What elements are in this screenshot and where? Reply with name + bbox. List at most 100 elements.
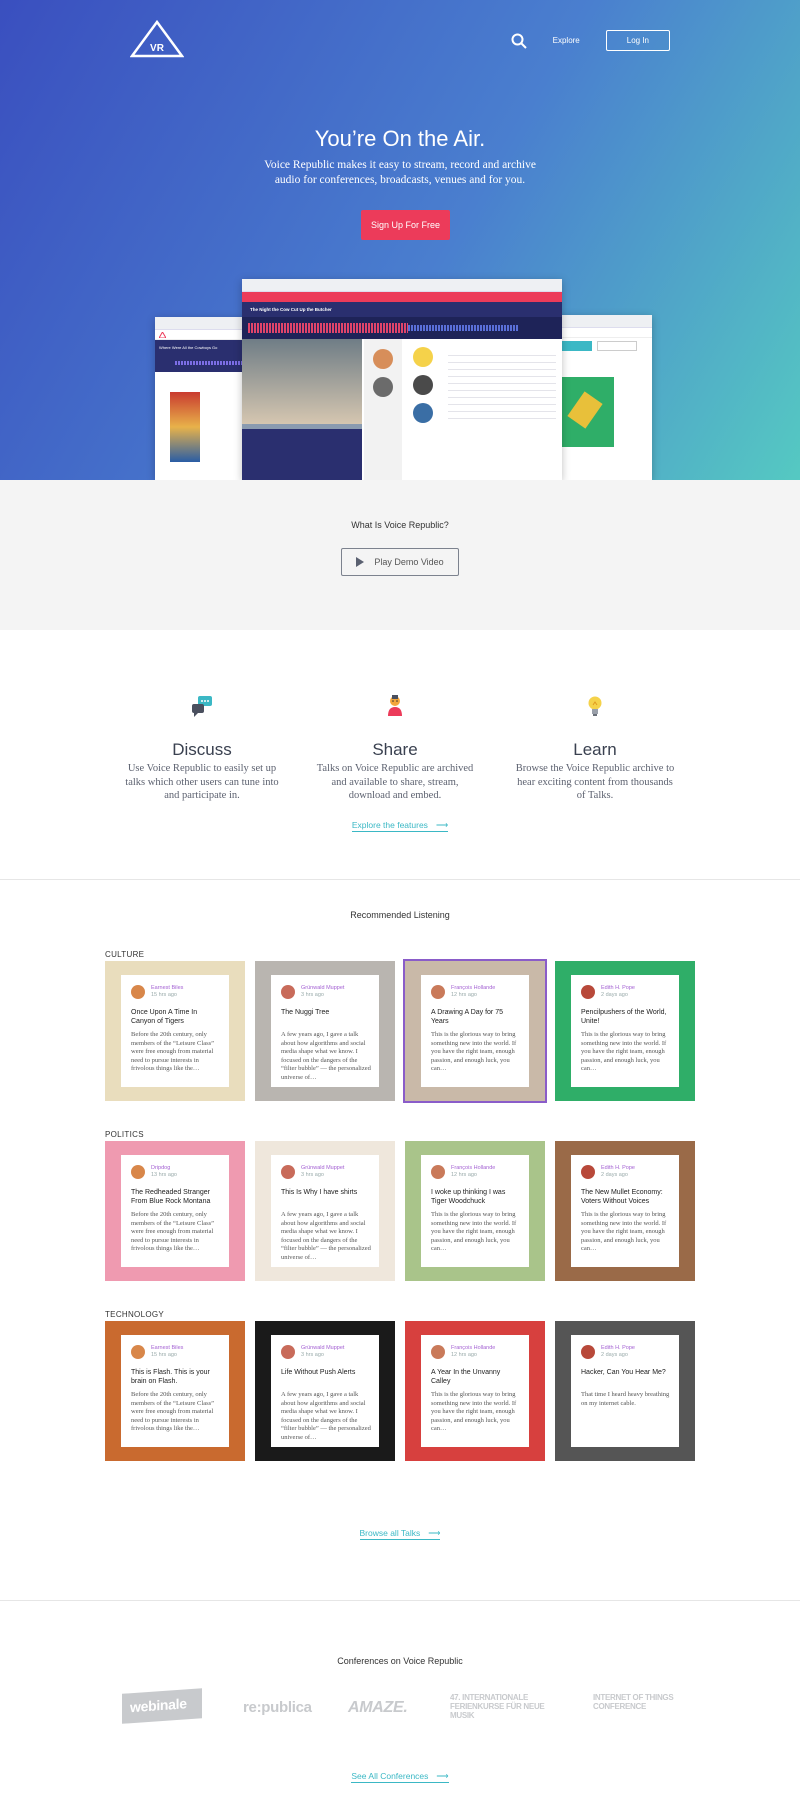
signup-button[interactable]: Sign Up For Free bbox=[361, 210, 450, 240]
talk-card[interactable]: Earnest Biles 15 hrs ago Once Upon A Time … bbox=[105, 961, 245, 1101]
talk-card[interactable]: Earnest Biles 15 hrs ago This is Flash. Th… bbox=[105, 1321, 245, 1461]
talk-author[interactable]: Edith H. Pope bbox=[601, 1165, 635, 1171]
talk-time: 2 days ago bbox=[601, 1352, 628, 1358]
talk-author[interactable]: François Hollande bbox=[451, 985, 495, 991]
talk-time: 3 hrs ago bbox=[301, 992, 324, 998]
recommended-heading: Recommended Listening bbox=[350, 910, 450, 920]
talk-author[interactable]: Grünwald Muppet bbox=[301, 1345, 344, 1351]
talk-excerpt: This is the glorious way to bring someth… bbox=[581, 1031, 667, 1072]
talk-card-panel: Earnest Biles 15 hrs ago Once Upon A Time … bbox=[121, 975, 229, 1087]
talk-title[interactable]: The Redheaded Stranger From Blue Rock Mo… bbox=[131, 1189, 221, 1206]
category-label: CULTURE bbox=[105, 950, 145, 959]
category-label: TECHNOLOGY bbox=[105, 1310, 165, 1319]
talk-card[interactable]: Grünwald Muppet 3 hrs ago This Is Why I ha… bbox=[255, 1141, 395, 1281]
browser-mockup-center: The Night the Cow Cut Up the Butcher bbox=[242, 279, 562, 480]
talk-card-panel: Earnest Biles 15 hrs ago This is Flash. Th… bbox=[121, 1335, 229, 1447]
talk-time: 2 days ago bbox=[601, 992, 628, 998]
talk-time: 12 hrs ago bbox=[451, 1352, 477, 1358]
talk-title[interactable]: Pencilpushers of the World, Unite! bbox=[581, 1009, 671, 1026]
talk-author[interactable]: Grünwald Muppet bbox=[301, 1165, 344, 1171]
search-icon[interactable] bbox=[511, 33, 527, 49]
feature-discuss: Discuss Use Voice Republic to easily set… bbox=[122, 690, 282, 803]
see-all-conferences-link[interactable]: See All Conferences ⟶ bbox=[351, 1771, 449, 1783]
play-demo-button[interactable]: Play Demo Video bbox=[341, 548, 459, 576]
talk-card[interactable]: Edith H. Pope 2 days ago Hacker, Can You H… bbox=[555, 1321, 695, 1461]
talk-title[interactable]: I woke up thinking I was Tiger Woodchuck bbox=[431, 1189, 521, 1206]
talk-title[interactable]: A Year In the Unvanny Calley bbox=[431, 1369, 521, 1386]
feature-share: Share Talks on Voice Republic are archiv… bbox=[315, 690, 475, 803]
talk-author[interactable]: Edith H. Pope bbox=[601, 1345, 635, 1351]
browse-talks-link[interactable]: Browse all Talks ⟶ bbox=[359, 1528, 441, 1540]
avatar bbox=[431, 1165, 445, 1179]
talk-card[interactable]: Edith H. Pope 2 days ago The New Mullet Ec… bbox=[555, 1141, 695, 1281]
avatar bbox=[431, 985, 445, 999]
talk-card[interactable]: Edith H. Pope 2 days ago Pencilpushers of … bbox=[555, 961, 695, 1101]
talk-excerpt: This is the glorious way to bring someth… bbox=[581, 1211, 667, 1252]
talk-time: 2 days ago bbox=[601, 1172, 628, 1178]
lightbulb-icon bbox=[515, 690, 675, 722]
feature-title: Learn bbox=[573, 740, 617, 759]
nav-explore-link[interactable]: Explore bbox=[553, 36, 580, 45]
talk-card[interactable]: François Hollande 12 hrs ago A Drawing A D… bbox=[403, 959, 547, 1103]
talk-excerpt: Before the 20th century, only members of… bbox=[131, 1391, 215, 1432]
talk-time: 12 hrs ago bbox=[451, 992, 477, 998]
login-button[interactable]: Log In bbox=[605, 30, 670, 51]
talk-card[interactable]: Dripdog 13 hrs ago The Redheaded Stranger … bbox=[105, 1141, 245, 1281]
talk-author[interactable]: Edith H. Pope bbox=[601, 985, 635, 991]
talk-excerpt: Before the 20th century, only members of… bbox=[131, 1031, 215, 1072]
conference-logo-iot[interactable]: INTERNET OF THINGS CONFERENCE bbox=[593, 1693, 683, 1711]
feature-learn: Learn Browse the Voice Republic archive … bbox=[515, 690, 675, 803]
talk-title[interactable]: The New Mullet Economy: Voters Without V… bbox=[581, 1189, 671, 1206]
conference-logo-amaze[interactable]: AMAZE. bbox=[348, 1699, 408, 1717]
talk-excerpt: This is the glorious way to bring someth… bbox=[431, 1391, 517, 1432]
features-section: Discuss Use Voice Republic to easily set… bbox=[0, 630, 800, 880]
talk-excerpt: A few years ago, I gave a talk about how… bbox=[281, 1031, 371, 1081]
feature-text: Browse the Voice Republic archive to hea… bbox=[515, 763, 675, 801]
talk-title[interactable]: Once Upon A Time In Canyon of Tigers bbox=[131, 1009, 221, 1026]
talk-card[interactable]: François Hollande 12 hrs ago I woke up thi… bbox=[405, 1141, 545, 1281]
conference-logo-republica[interactable]: re:publica bbox=[243, 1699, 312, 1716]
play-demo-label: Play Demo Video bbox=[374, 557, 444, 567]
talk-author[interactable]: Earnest Biles bbox=[151, 1345, 183, 1351]
talk-title[interactable]: This is Flash. This is your brain on Fla… bbox=[131, 1369, 221, 1386]
talk-card-panel: Edith H. Pope 2 days ago The New Mullet Ec… bbox=[571, 1155, 679, 1267]
talk-title[interactable]: A Drawing A Day for 75 Years bbox=[431, 1009, 521, 1026]
talk-author[interactable]: Dripdog bbox=[151, 1165, 170, 1171]
avatar bbox=[431, 1345, 445, 1359]
play-icon bbox=[356, 557, 365, 567]
talk-card-panel: François Hollande 12 hrs ago I woke up thi… bbox=[421, 1155, 529, 1267]
arrow-right-icon: ⟶ bbox=[428, 1528, 441, 1538]
talk-time: 3 hrs ago bbox=[301, 1172, 324, 1178]
talk-excerpt: A few years ago, I gave a talk about how… bbox=[281, 1211, 371, 1261]
talk-title[interactable]: Hacker, Can You Hear Me? bbox=[581, 1369, 671, 1378]
conference-logo-ferienkurse[interactable]: 47. INTERNATIONALE FERIENKURSE FÜR NEUE … bbox=[450, 1693, 560, 1720]
top-nav: Explore Log In bbox=[511, 30, 670, 51]
talk-title[interactable]: Life Without Push Alerts bbox=[281, 1369, 371, 1378]
talk-author[interactable]: François Hollande bbox=[451, 1165, 495, 1171]
talk-card[interactable]: Grünwald Muppet 3 hrs ago The Nuggi Tree A … bbox=[255, 961, 395, 1101]
talk-card[interactable]: Grünwald Muppet 3 hrs ago Life Without Pus… bbox=[255, 1321, 395, 1461]
conference-logo-webinale[interactable]: webinale bbox=[122, 1688, 202, 1724]
talk-excerpt: This is the glorious way to bring someth… bbox=[431, 1031, 517, 1072]
talk-title[interactable]: The Nuggi Tree bbox=[281, 1009, 371, 1018]
talk-excerpt: That time I heard heavy breathing on my … bbox=[581, 1391, 670, 1407]
browser-mockup-right bbox=[556, 315, 652, 480]
avatar bbox=[281, 1345, 295, 1359]
feature-title: Share bbox=[372, 740, 418, 759]
talk-author[interactable]: François Hollande bbox=[451, 1345, 495, 1351]
hero: VR Explore Log In You’re On the Air. Voi… bbox=[0, 0, 800, 480]
avatar bbox=[281, 1165, 295, 1179]
arrow-right-icon: ⟶ bbox=[436, 1771, 449, 1781]
talk-author[interactable]: Grünwald Muppet bbox=[301, 985, 344, 991]
explore-features-link[interactable]: Explore the features ⟶ bbox=[351, 820, 449, 832]
mockup-center-title: The Night the Cow Cut Up the Butcher bbox=[242, 302, 562, 317]
feature-text: Talks on Voice Republic are archived and… bbox=[316, 763, 474, 801]
talk-time: 13 hrs ago bbox=[151, 1172, 177, 1178]
vr-logo[interactable]: VR bbox=[130, 20, 184, 58]
talk-excerpt: This is the glorious way to bring someth… bbox=[431, 1211, 517, 1252]
talk-card[interactable]: François Hollande 12 hrs ago A Year In the… bbox=[405, 1321, 545, 1461]
talk-author[interactable]: Earnest Biles bbox=[151, 985, 183, 991]
svg-text:VR: VR bbox=[150, 43, 165, 54]
talk-title[interactable]: This Is Why I have shirts bbox=[281, 1189, 371, 1198]
hero-title: You’re On the Air. bbox=[314, 126, 486, 151]
